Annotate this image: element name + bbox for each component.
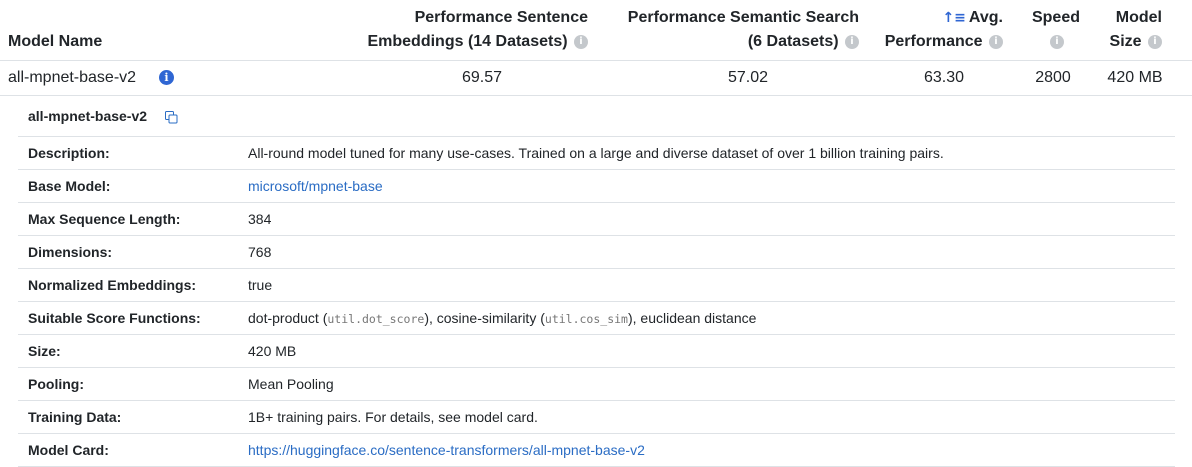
detail-row-normalized: Normalized Embeddings: true xyxy=(18,269,1175,302)
perf-search-value: 57.02 xyxy=(727,69,769,86)
detail-row-model-card: Model Card: https://huggingface.co/sente… xyxy=(18,434,1175,467)
info-icon[interactable]: i xyxy=(1148,34,1162,49)
header-avg-performance[interactable]: ↑≡ Avg. Performance i xyxy=(885,6,1003,54)
header-speed[interactable]: Speed i xyxy=(1031,6,1081,54)
detail-header: all-mpnet-base-v2 xyxy=(18,96,1175,137)
description-value: All-round model tuned for many use-cases… xyxy=(248,145,944,161)
detail-row-max-seq-length: Max Sequence Length: 384 xyxy=(18,203,1175,236)
info-icon[interactable]: i xyxy=(989,34,1003,49)
table-row[interactable]: all-mpnet-base-v2 i 69.57 57.02 63.30 28… xyxy=(0,61,1192,96)
detail-row-dimensions: Dimensions: 768 xyxy=(18,236,1175,269)
model-info-icon[interactable]: i xyxy=(159,70,174,85)
table-header: Model Name Performance Sentence Embeddin… xyxy=(0,0,1192,61)
model-name-cell: all-mpnet-base-v2 xyxy=(8,69,137,86)
avg-performance-value: 63.30 xyxy=(923,69,965,86)
model-size-value: 420 MB xyxy=(1107,69,1163,86)
score-functions-value: dot-product (util.dot_score), cosine-sim… xyxy=(248,310,757,326)
detail-row-base-model: Base Model: microsoft/mpnet-base xyxy=(18,170,1175,203)
detail-row-score-functions: Suitable Score Functions: dot-product (u… xyxy=(18,302,1175,335)
info-icon[interactable]: i xyxy=(1050,34,1064,49)
detail-row-pooling: Pooling: Mean Pooling xyxy=(18,368,1175,401)
speed-value: 2800 xyxy=(1035,69,1071,86)
header-model-size[interactable]: Model Size i xyxy=(1110,6,1162,54)
info-icon[interactable]: i xyxy=(574,34,588,49)
model-card-link[interactable]: https://huggingface.co/sentence-transfor… xyxy=(248,434,645,466)
header-perf-search[interactable]: Performance Semantic Search (6 Datasets)… xyxy=(628,6,859,54)
detail-row-size: Size: 420 MB xyxy=(18,335,1175,368)
header-perf-sentence[interactable]: Performance Sentence Embeddings (14 Data… xyxy=(367,6,588,54)
code-cos-sim: util.cos_sim xyxy=(544,312,628,326)
sort-descending-icon[interactable]: ↑≡ xyxy=(942,10,965,26)
code-dot-score: util.dot_score xyxy=(327,312,425,326)
copy-icon[interactable] xyxy=(165,111,178,124)
info-icon[interactable]: i xyxy=(845,34,859,49)
detail-row-training-data: Training Data: 1B+ training pairs. For d… xyxy=(18,401,1175,434)
perf-sentence-value: 69.57 xyxy=(461,69,503,86)
detail-row-description: Description: All-round model tuned for m… xyxy=(18,137,1175,170)
base-model-link[interactable]: microsoft/mpnet-base xyxy=(248,170,383,202)
detail-title: all-mpnet-base-v2 xyxy=(28,108,148,124)
model-detail-panel: all-mpnet-base-v2 Description: All-round… xyxy=(18,96,1175,467)
header-model-name[interactable]: Model Name xyxy=(8,30,102,54)
